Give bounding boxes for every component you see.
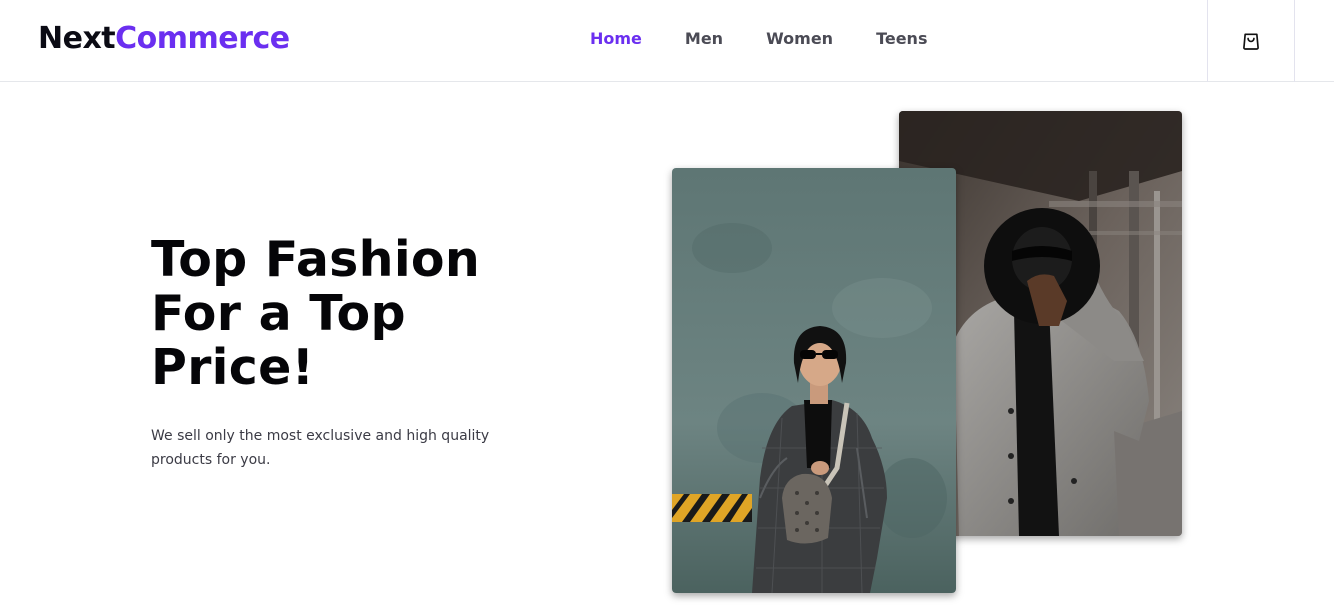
hero-title-line3: Price! bbox=[151, 339, 315, 396]
main-nav: Home Men Women Teens bbox=[590, 28, 970, 50]
woman-photo-illustration bbox=[672, 168, 956, 593]
site-header: NextCommerce Home Men Women Teens bbox=[0, 0, 1334, 82]
brand-name-part2: Commerce bbox=[115, 21, 290, 56]
brand-name-part1: Next bbox=[38, 21, 116, 56]
hero-subtitle: We sell only the most exclusive and high… bbox=[151, 428, 490, 468]
hero-title-line1: Top Fashion bbox=[151, 231, 481, 288]
nav-link-women[interactable]: Women bbox=[766, 28, 833, 50]
hero-title: Top Fashion For a Top Price! bbox=[151, 233, 531, 395]
brand-logo[interactable]: NextCommerce bbox=[38, 20, 290, 58]
nav-link-teens[interactable]: Teens bbox=[876, 28, 927, 50]
cart-button[interactable] bbox=[1207, 0, 1295, 82]
nav-link-home[interactable]: Home bbox=[590, 28, 642, 50]
hero-title-line2: For a Top bbox=[151, 285, 406, 342]
shopping-bag-icon bbox=[1243, 33, 1259, 50]
nav-link-men[interactable]: Men bbox=[685, 28, 723, 50]
hero-image-woman bbox=[672, 168, 956, 593]
